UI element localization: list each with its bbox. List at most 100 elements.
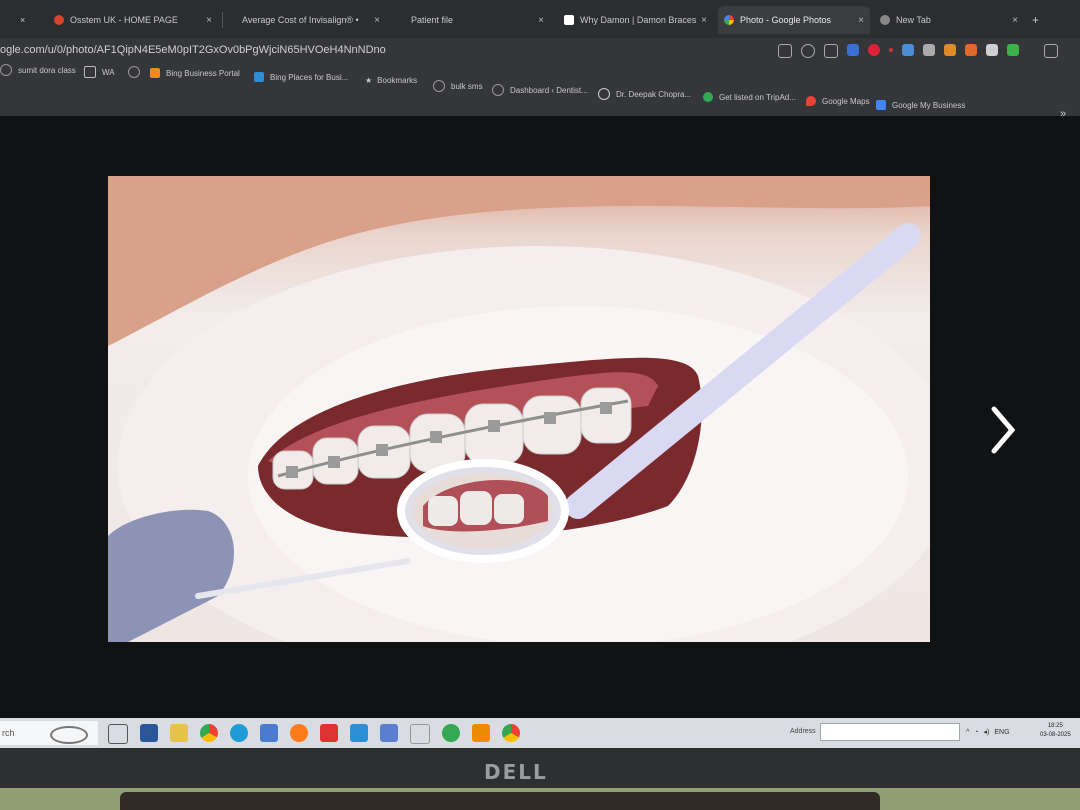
close-icon[interactable]: × <box>1012 15 1018 26</box>
tab-damon[interactable]: Why Damon | Damon Braces × <box>558 6 713 34</box>
bookmark-google-maps[interactable]: Google Maps <box>806 96 870 106</box>
share-icon[interactable] <box>778 44 792 58</box>
tab-label: New Tab <box>896 15 931 25</box>
extension-blue-icon[interactable] <box>847 44 859 56</box>
rings-icon <box>50 726 88 744</box>
taskbar-search[interactable]: rch <box>0 721 98 745</box>
word-icon[interactable] <box>140 724 158 742</box>
search-text: rch <box>2 728 15 738</box>
task-view-icon[interactable] <box>108 724 128 744</box>
tab-divider <box>222 12 223 28</box>
close-icon[interactable]: × <box>538 15 544 26</box>
tab-strip: × Osstem UK - HOME PAGE × Average Cost o… <box>0 0 1080 38</box>
desk-background <box>0 788 1080 810</box>
extension-grid-icon[interactable] <box>902 44 914 56</box>
tab-google-photos[interactable]: Photo - Google Photos × <box>718 6 870 34</box>
chevron-right-icon[interactable] <box>988 405 1018 455</box>
bookmark-deepak-chopra[interactable]: Dr. Deepak Chopra... <box>598 88 691 100</box>
app-blue-icon[interactable] <box>260 724 278 742</box>
tab-label: Average Cost of Invisalign® • <box>242 15 359 25</box>
extension-icons <box>778 44 1058 58</box>
maps-icon[interactable] <box>442 724 460 742</box>
windows-taskbar: rch Address ^ ◔ ◂) ENG 18:25 03-08-2025 <box>0 718 1080 748</box>
bookmark-bulk-sms[interactable]: bulk sms <box>433 80 483 92</box>
file-explorer-icon[interactable] <box>170 724 188 742</box>
close-icon[interactable]: × <box>206 15 212 26</box>
language-indicator[interactable]: ENG <box>994 729 1009 736</box>
profile-sync-icon[interactable] <box>1044 44 1058 58</box>
bookmarks-bar: sumit dora class WA Bing Business Portal… <box>0 64 1080 120</box>
bookmark-globe[interactable] <box>128 66 146 78</box>
new-tab-button[interactable]: + <box>1026 6 1046 34</box>
bookmark-bing-business-portal[interactable]: Bing Business Portal <box>150 68 240 78</box>
map-pin-icon <box>806 96 816 106</box>
taskbar-apps <box>108 724 520 744</box>
bookmark-google-my-business[interactable]: Google My Business <box>876 100 965 110</box>
system-tray: ^ ◔ ◂) ENG <box>966 728 1010 737</box>
firefox-icon[interactable] <box>290 724 308 742</box>
extension-dot-icon[interactable] <box>889 48 893 52</box>
tab-patient-file[interactable]: Patient file × <box>405 6 550 34</box>
extension-gray-icon[interactable] <box>923 44 935 56</box>
extension-green-icon[interactable] <box>1007 44 1019 56</box>
chrome-icon[interactable] <box>200 724 218 742</box>
bookmark-bing-places[interactable]: Bing Places for Busi... <box>254 72 348 82</box>
extension-red-icon[interactable] <box>868 44 880 56</box>
globe-icon <box>0 64 12 76</box>
extension-orange2-icon[interactable] <box>965 44 977 56</box>
tab-osstem[interactable]: Osstem UK - HOME PAGE × <box>48 6 218 34</box>
bookmark-sumit[interactable]: sumit dora class <box>0 64 76 76</box>
tab-label: Photo - Google Photos <box>740 15 832 25</box>
folder-icon <box>84 66 96 78</box>
bookmark-wa[interactable]: WA <box>84 66 115 78</box>
star-icon: ★ <box>365 76 373 85</box>
tab-label: Why Damon | Damon Braces <box>580 15 697 25</box>
chrome-icon <box>880 15 890 25</box>
bookmark-bookmarks[interactable]: ★ Bookmarks <box>365 76 417 85</box>
google-g-icon <box>598 88 610 100</box>
braces-image-illustration <box>108 176 930 642</box>
browser-toolbar: ogle.com/u/0/photo/AF1QipN4E5eM0pIT2GxOv… <box>0 38 1080 64</box>
globe-icon <box>492 84 504 96</box>
extension-orange-icon[interactable] <box>944 44 956 56</box>
monitor-screen: × Osstem UK - HOME PAGE × Average Cost o… <box>0 0 1080 752</box>
clock-time: 18:25 <box>1047 723 1063 729</box>
dental-photo <box>108 176 930 642</box>
zoom-icon[interactable] <box>801 44 815 58</box>
tripadvisor-icon <box>703 92 713 102</box>
clock[interactable]: 18:25 03-08-2025 <box>1040 722 1071 740</box>
close-icon[interactable]: × <box>858 15 864 26</box>
network-icon[interactable]: ◔ <box>974 729 978 736</box>
address-toolbar-label: Address <box>790 728 816 735</box>
address-toolbar-input[interactable] <box>820 723 960 741</box>
app-window-icon[interactable] <box>350 724 368 742</box>
address-bar-url[interactable]: ogle.com/u/0/photo/AF1QipN4E5eM0pIT2GxOv… <box>0 44 386 56</box>
volume-icon[interactable]: ◂) <box>984 728 990 736</box>
extension-sbo-icon[interactable] <box>986 44 998 56</box>
bing-icon <box>150 68 160 78</box>
vlc-icon[interactable] <box>472 724 490 742</box>
app-b-icon[interactable] <box>410 724 430 744</box>
dell-logo: DELL <box>484 760 548 784</box>
close-icon[interactable]: × <box>20 15 25 25</box>
app-people-icon[interactable] <box>380 724 398 742</box>
close-icon[interactable]: × <box>374 15 380 26</box>
clock-date: 03-08-2025 <box>1040 732 1071 738</box>
tab-label: Osstem UK - HOME PAGE <box>70 15 178 25</box>
plus-icon[interactable]: + <box>1032 13 1039 27</box>
business-icon <box>876 100 886 110</box>
google-photos-icon <box>724 15 734 25</box>
bookmark-tripadvisor[interactable]: Get listed on TripAd... <box>703 92 796 102</box>
globe-icon <box>128 66 140 78</box>
bookmark-dashboard[interactable]: Dashboard ‹ Dentist... <box>492 84 588 96</box>
tab-new-tab[interactable]: New Tab × <box>874 6 1024 34</box>
chevron-up-icon[interactable]: ^ <box>966 729 969 736</box>
app-red-icon[interactable] <box>320 724 338 742</box>
globe-icon <box>433 80 445 92</box>
star-icon[interactable] <box>824 44 838 58</box>
tab-close-leading[interactable]: × <box>14 6 42 34</box>
tab-invisalign[interactable]: Average Cost of Invisalign® • × <box>236 6 386 34</box>
close-icon[interactable]: × <box>701 15 707 26</box>
chrome-active-icon[interactable] <box>502 724 520 742</box>
edge-icon[interactable] <box>230 724 248 742</box>
